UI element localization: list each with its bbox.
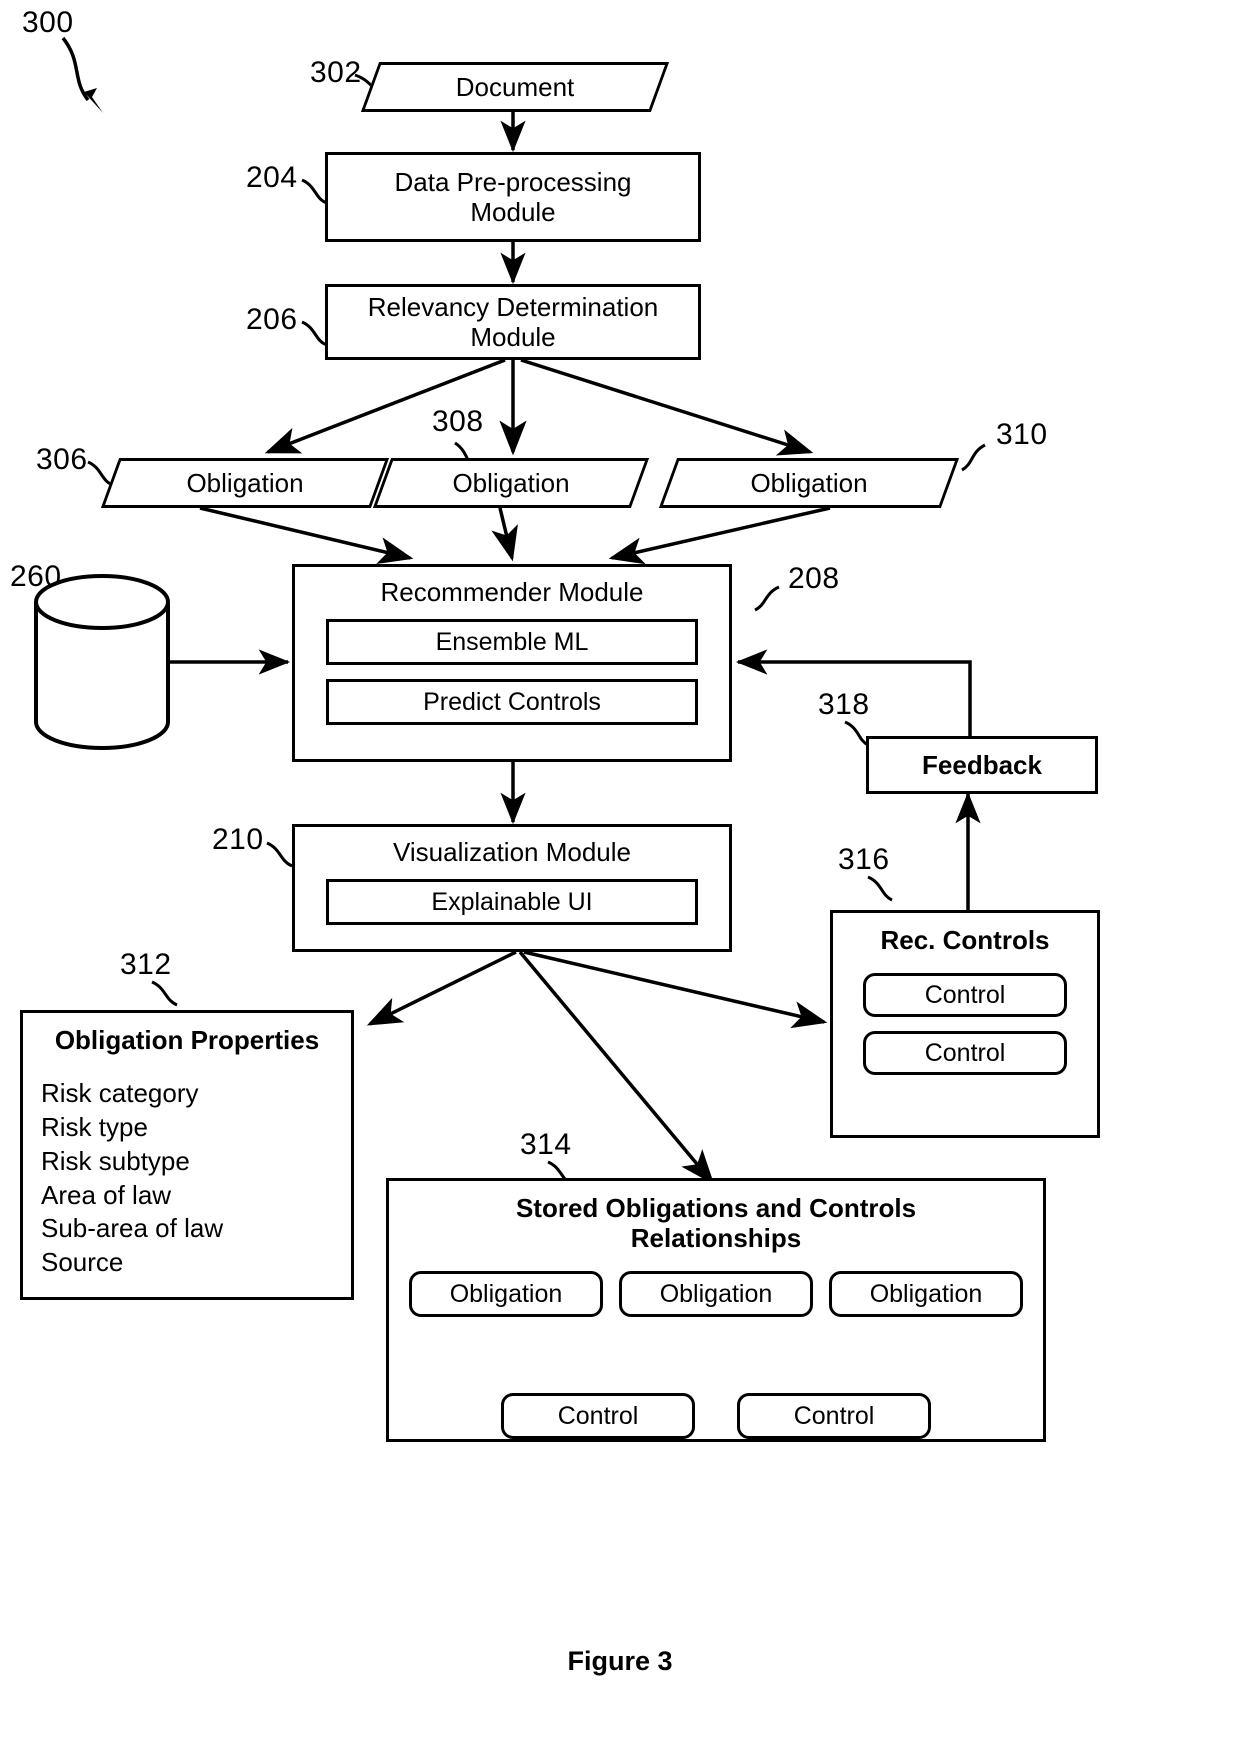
node-obligation-properties-label: Obligation Properties [54, 1025, 320, 1055]
ref-302: 302 [310, 56, 362, 89]
ref-300: 300 [22, 6, 74, 39]
ref-308: 308 [432, 405, 484, 438]
node-obligation-308-label: Obligation [452, 467, 570, 498]
node-relevancy-determination-module[interactable]: Relevancy Determination Module [325, 284, 701, 360]
node-obligation-310[interactable]: Obligation [658, 458, 960, 508]
node-obligation-310-label: Obligation [750, 467, 868, 498]
node-stored-obligations-controls-relationships[interactable]: Stored Obligations and Controls Relation… [386, 1178, 1046, 1442]
ref-310: 310 [996, 418, 1048, 451]
ref-206: 206 [246, 303, 298, 336]
rec-control-item-1[interactable]: Control [863, 973, 1067, 1018]
ref-306: 306 [36, 443, 88, 476]
ref-260: 260 [10, 560, 62, 593]
ref-314: 314 [520, 1128, 572, 1161]
node-document[interactable]: Document [360, 62, 670, 112]
node-data-preprocessing-label: Data Pre-processing Module [394, 166, 632, 227]
node-document-label: Document [455, 71, 575, 102]
node-recommender-label: Recommender Module [380, 577, 644, 607]
node-stored-relationships-label: Stored Obligations and Controls Relation… [515, 1193, 917, 1254]
node-obligation-306-label: Obligation [186, 467, 304, 498]
property-sub-area-of-law: Sub-area of law [41, 1213, 224, 1244]
node-relevancy-determination-label: Relevancy Determination Module [367, 291, 659, 352]
node-rec-controls-label: Rec. Controls [880, 925, 1050, 955]
stored-control-1[interactable]: Control [501, 1393, 695, 1440]
ref-208: 208 [788, 562, 840, 595]
recommender-item-predict-controls[interactable]: Predict Controls [326, 679, 698, 726]
ref-312: 312 [120, 948, 172, 981]
node-feedback-label: Feedback [922, 749, 1042, 780]
rec-control-item-2[interactable]: Control [863, 1031, 1067, 1076]
node-obligation-306[interactable]: Obligation [100, 458, 390, 508]
property-risk-type: Risk type [41, 1111, 148, 1142]
node-recommender-module[interactable]: Recommender Module Ensemble ML Predict C… [292, 564, 732, 762]
ref-210: 210 [212, 823, 264, 856]
figure-canvas: 300 302 204 206 306 308 310 260 208 210 … [0, 0, 1240, 1747]
stored-obligation-3[interactable]: Obligation [829, 1271, 1023, 1318]
node-visualization-module[interactable]: Visualization Module Explainable UI [292, 824, 732, 952]
stored-obligation-1[interactable]: Obligation [409, 1271, 603, 1318]
ref-318: 318 [818, 688, 870, 721]
node-obligation-properties[interactable]: Obligation Properties Risk category Risk… [20, 1010, 354, 1300]
ref-204: 204 [246, 161, 298, 194]
figure-caption: Figure 3 [567, 1646, 673, 1676]
stored-control-2[interactable]: Control [737, 1393, 931, 1440]
node-rec-controls[interactable]: Rec. Controls Control Control [830, 910, 1100, 1138]
property-risk-subtype: Risk subtype [41, 1145, 190, 1176]
property-area-of-law: Area of law [41, 1179, 172, 1210]
stored-obligation-2[interactable]: Obligation [619, 1271, 813, 1318]
property-source: Source [41, 1247, 124, 1278]
node-feedback[interactable]: Feedback [866, 736, 1098, 794]
property-risk-category: Risk category [41, 1078, 199, 1109]
node-data-preprocessing-module[interactable]: Data Pre-processing Module [325, 152, 701, 242]
node-obligation-308[interactable]: Obligation [372, 458, 650, 508]
obligation-properties-list: Risk category Risk type Risk subtype Are… [23, 1077, 223, 1280]
recommender-item-ensemble-ml[interactable]: Ensemble ML [326, 619, 698, 666]
node-visualization-label: Visualization Module [393, 837, 631, 867]
visualization-item-explainable-ui[interactable]: Explainable UI [326, 879, 698, 926]
ref-316: 316 [838, 843, 890, 876]
